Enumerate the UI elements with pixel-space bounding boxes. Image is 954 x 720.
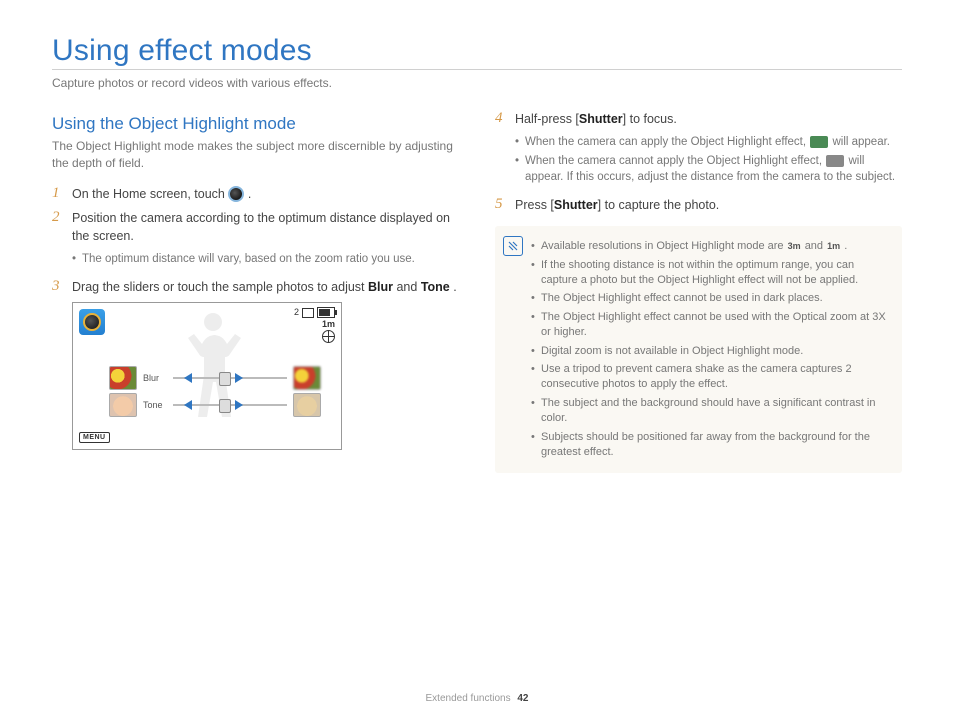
keyword-blur: Blur: [368, 280, 393, 294]
step-text: .: [453, 280, 456, 294]
blur-track: [173, 377, 287, 379]
page-footer: Extended functions 42: [0, 693, 954, 704]
tip-item: Digital zoom is not available in Object …: [531, 344, 890, 359]
note-text: When the camera can apply the Object Hig…: [525, 136, 809, 148]
tip-item: If the shooting distance is not within t…: [531, 258, 890, 289]
tone-track: [173, 404, 287, 406]
step-number: 2: [52, 209, 64, 245]
step-text: On the Home screen, touch: [72, 187, 228, 201]
memory-icon: [302, 308, 314, 318]
step-number: 5: [495, 196, 507, 214]
resolution-1m-icon: 1m: [827, 240, 840, 253]
object-highlight-mode-icon: [228, 186, 244, 202]
page-title: Using effect modes: [52, 34, 902, 70]
step-3: 3 Drag the sliders or touch the sample p…: [52, 278, 459, 296]
step-text: Press [: [515, 198, 554, 212]
footer-page-number: 42: [517, 693, 528, 704]
step-2-notes: The optimum distance will vary, based on…: [72, 251, 459, 268]
step-body: Press [Shutter] to capture the photo.: [515, 196, 902, 214]
step-number: 4: [495, 110, 507, 128]
step-number: 1: [52, 185, 64, 203]
step-text: Drag the sliders or touch the sample pho…: [72, 280, 368, 294]
step-text: Half-press [: [515, 112, 579, 126]
sample-thumb-sharp: [109, 366, 137, 390]
footer-section: Extended functions: [426, 693, 511, 704]
tip-item: The subject and the background should ha…: [531, 396, 890, 427]
step-4: 4 Half-press [Shutter] to focus.: [495, 110, 902, 128]
keyword-tone: Tone: [421, 280, 450, 294]
sample-thumb-cool: [293, 393, 321, 417]
step-body: Drag the sliders or touch the sample pho…: [72, 278, 459, 296]
step-text: ] to focus.: [623, 112, 677, 126]
menu-button-label: MENU: [79, 432, 110, 443]
tone-label: Tone: [143, 400, 167, 410]
step-text: ] to capture the photo.: [598, 198, 720, 212]
battery-icon: [317, 307, 335, 318]
step-text: and: [396, 280, 420, 294]
effect-fail-icon: [826, 155, 844, 167]
step-number: 3: [52, 278, 64, 296]
status-area: 2 1m: [294, 307, 335, 343]
note-item: The optimum distance will vary, based on…: [72, 251, 459, 268]
tip-item: Use a tripod to prevent camera shake as …: [531, 362, 890, 393]
step-2: 2 Position the camera according to the o…: [52, 209, 459, 245]
right-column: 4 Half-press [Shutter] to focus. When th…: [495, 104, 902, 473]
step-body: Half-press [Shutter] to focus.: [515, 110, 902, 128]
section-desc: The Object Highlight mode makes the subj…: [52, 138, 459, 173]
resolution-3m-icon: 3m: [788, 240, 801, 253]
note-item: When the camera can apply the Object Hig…: [515, 134, 902, 151]
mode-icon: [79, 309, 105, 335]
step-1: 1 On the Home screen, touch .: [52, 185, 459, 203]
keyword-shutter: Shutter: [554, 198, 598, 212]
keyword-shutter: Shutter: [579, 112, 623, 126]
resolution-indicator: 1m: [322, 319, 335, 331]
step-4-notes: When the camera can apply the Object Hig…: [515, 134, 902, 186]
tips-box: Available resolutions in Object Highligh…: [495, 226, 902, 473]
note-icon: [503, 236, 523, 256]
slider-handle: [219, 372, 231, 386]
note-item: When the camera cannot apply the Object …: [515, 153, 902, 186]
section-subhead: Using the Object Highlight mode: [52, 114, 459, 134]
note-text: When the camera cannot apply the Object …: [525, 155, 825, 167]
tip-text: .: [844, 240, 847, 252]
sample-thumb-blur: [293, 366, 321, 390]
globe-icon: [322, 330, 335, 343]
step-body: Position the camera according to the opt…: [72, 209, 459, 245]
step-5: 5 Press [Shutter] to capture the photo.: [495, 196, 902, 214]
tip-text: and: [805, 240, 826, 252]
tone-slider-row: Tone: [109, 393, 321, 417]
shots-remaining: 2: [294, 307, 299, 319]
slider-handle: [219, 399, 231, 413]
tip-text: Available resolutions in Object Highligh…: [541, 240, 787, 252]
note-text: will appear.: [832, 136, 890, 148]
step-body: On the Home screen, touch .: [72, 185, 459, 203]
tip-item: The Object Highlight effect cannot be us…: [531, 310, 890, 341]
two-column-layout: Using the Object Highlight mode The Obje…: [52, 104, 902, 473]
slider-panel: Blur Tone: [109, 363, 321, 420]
tip-item: Available resolutions in Object Highligh…: [531, 239, 890, 254]
tip-item: The Object Highlight effect cannot be us…: [531, 291, 890, 306]
blur-label: Blur: [143, 373, 167, 383]
manual-page: Using effect modes Capture photos or rec…: [0, 0, 954, 493]
tip-item: Subjects should be positioned far away f…: [531, 430, 890, 461]
camera-screen-illustration: 2 1m Blur: [72, 302, 342, 450]
step-text: .: [248, 187, 251, 201]
page-intro: Capture photos or record videos with var…: [52, 76, 902, 90]
blur-slider-row: Blur: [109, 366, 321, 390]
left-column: Using the Object Highlight mode The Obje…: [52, 104, 459, 473]
effect-ok-icon: [810, 136, 828, 148]
sample-thumb-warm: [109, 393, 137, 417]
